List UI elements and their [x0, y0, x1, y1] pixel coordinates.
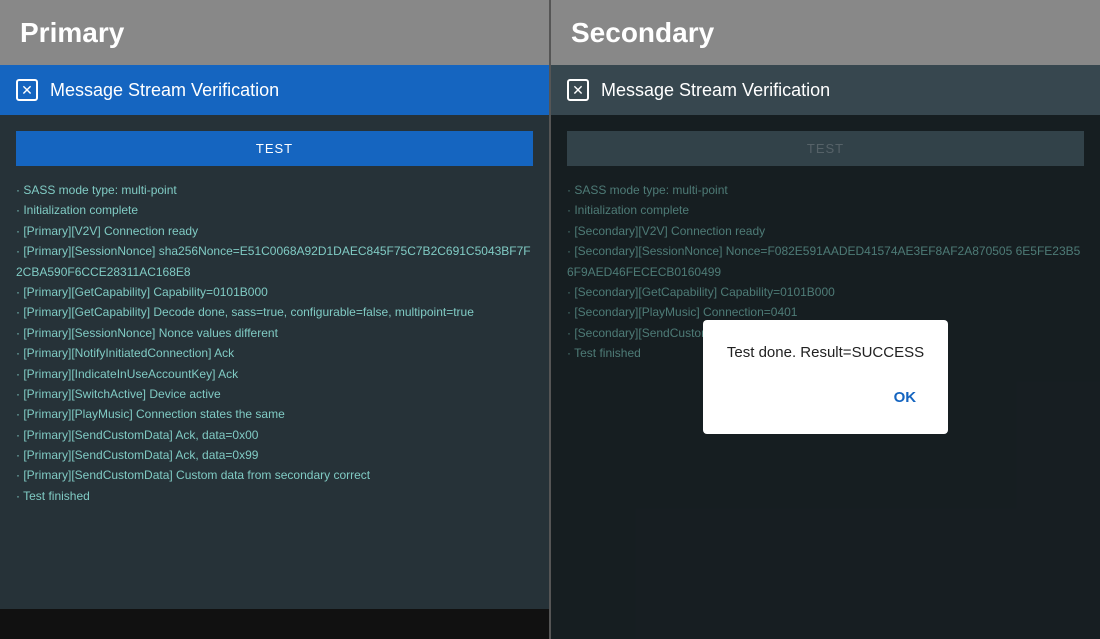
modal-box: Test done. Result=SUCCESS OK	[703, 320, 948, 434]
primary-dialog-title: Message Stream Verification	[50, 80, 279, 101]
secondary-dialog-title: Message Stream Verification	[601, 80, 830, 101]
primary-header: Primary	[0, 0, 549, 65]
secondary-header: Secondary	[551, 0, 1100, 65]
primary-close-button[interactable]: ✕	[16, 79, 38, 101]
secondary-close-button[interactable]: ✕	[567, 79, 589, 101]
secondary-dialog-body: TEST · SASS mode type: multi-point· Init…	[551, 115, 1100, 639]
secondary-title: Secondary	[571, 17, 714, 49]
primary-bottom-bar	[0, 609, 549, 639]
modal-message: Test done. Result=SUCCESS	[727, 344, 924, 361]
modal-ok-button[interactable]: OK	[886, 385, 925, 410]
primary-title: Primary	[20, 17, 124, 49]
primary-dialog-titlebar: ✕ Message Stream Verification	[0, 65, 549, 115]
secondary-dialog-titlebar: ✕ Message Stream Verification	[551, 65, 1100, 115]
primary-test-button[interactable]: TEST	[16, 131, 533, 166]
modal-actions: OK	[727, 385, 924, 410]
primary-log-area: · SASS mode type: multi-point· Initializ…	[16, 180, 533, 506]
primary-panel: Primary ✕ Message Stream Verification TE…	[0, 0, 551, 639]
secondary-panel: Secondary ✕ Message Stream Verification …	[551, 0, 1100, 639]
primary-dialog-body: TEST · SASS mode type: multi-point· Init…	[0, 115, 549, 609]
primary-dialog: ✕ Message Stream Verification TEST · SAS…	[0, 65, 549, 609]
secondary-dialog: ✕ Message Stream Verification TEST · SAS…	[551, 65, 1100, 639]
modal-overlay: Test done. Result=SUCCESS OK	[551, 115, 1100, 639]
